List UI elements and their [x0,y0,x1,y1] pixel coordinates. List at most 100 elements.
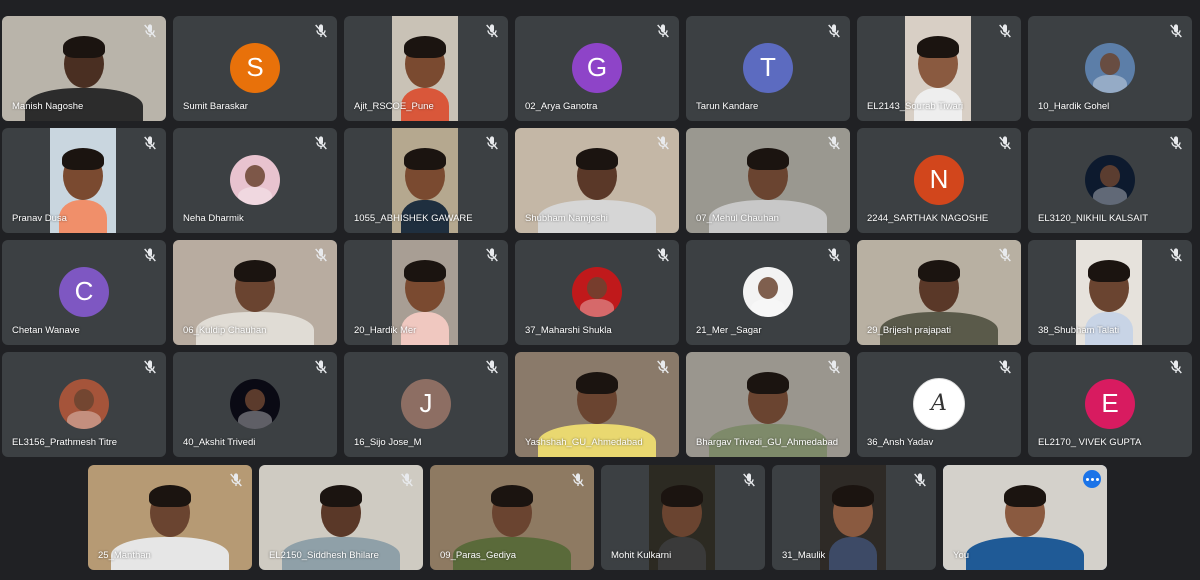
mic-off-icon [142,23,158,39]
participant-name: 02_Arya Ganotra [525,101,598,112]
profile-photo [59,378,109,429]
participant-tile[interactable]: Neha Dharmik [173,128,337,233]
participant-name: EL2143_Sourab Tiwari [867,101,964,112]
mic-off-icon [570,472,586,488]
participant-tile[interactable]: Manish Nagoshe [2,16,166,121]
participant-tile[interactable]: EL2150_Siddhesh Bhilare [259,465,423,570]
mic-off-icon [655,247,671,263]
participant-tile[interactable]: J 16_Sijo Jose_M [344,352,508,457]
participant-name: Sumit Baraskar [183,101,248,112]
participant-tile[interactable]: 40_Akshit Trivedi [173,352,337,457]
participant-tile[interactable]: Bhargav Trivedi_GU_Ahmedabad [686,352,850,457]
mic-off-icon [655,23,671,39]
participant-tile[interactable]: 21_Mer _Sagar [686,240,850,345]
profile-photo [230,154,280,205]
participant-tile[interactable]: You [943,465,1107,570]
participant-tile[interactable]: Ajit_RSCOE_Pune [344,16,508,121]
participant-tile[interactable]: Yashshah_GU_Ahmedabad [515,352,679,457]
avatar: C [59,266,109,317]
participant-tile[interactable]: Mohit Kulkarni [601,465,765,570]
participant-tile[interactable]: S Sumit Baraskar [173,16,337,121]
mic-off-icon [484,247,500,263]
participant-tile[interactable]: C Chetan Wanave [2,240,166,345]
participant-name: 36_Ansh Yadav [867,437,934,448]
participant-tile[interactable]: EL2143_Sourab Tiwari [857,16,1021,121]
participant-name: Manish Nagoshe [12,101,84,112]
mic-off-icon [826,135,842,151]
mic-off-icon [313,135,329,151]
participant-tile[interactable]: 37_Maharshi Shukla [515,240,679,345]
participant-name: 07_Mehul Chauhan [696,213,779,224]
mic-off-icon [142,359,158,375]
participant-tile[interactable]: N 2244_SARTHAK NAGOSHE [857,128,1021,233]
mic-off-icon [655,359,671,375]
participant-name: Chetan Wanave [12,325,80,336]
participant-name: 21_Mer _Sagar [696,325,762,336]
participant-name: 2244_SARTHAK NAGOSHE [867,213,989,224]
avatar: G [572,42,622,93]
participant-name: EL3156_Prathmesh Titre [12,437,118,448]
mic-off-icon [484,359,500,375]
profile-photo [743,266,793,317]
participant-tile[interactable]: Shubham Namjoshi [515,128,679,233]
participant-name: 20_Hardik Mer [354,325,417,336]
participant-name: EL3120_NIKHIL KALSAIT [1038,213,1149,224]
participant-name: 1055_ABHISHEK GAWARE [354,213,473,224]
more-options-icon[interactable] [1083,470,1101,488]
mic-off-icon [228,472,244,488]
mic-off-icon [142,247,158,263]
participant-tile[interactable]: E EL2170_ VIVEK GUPTA [1028,352,1192,457]
participant-name: EL2170_ VIVEK GUPTA [1038,437,1142,448]
profile-photo [1085,42,1135,93]
participant-name: 10_Hardik Gohel [1038,101,1110,112]
participant-tile[interactable]: 38_Shubham Talati [1028,240,1192,345]
participant-grid: Manish Nagoshe S Sumit Baraskar Ajit_RSCOE_… [0,0,1200,580]
avatar: N [914,154,964,205]
mic-off-icon [313,23,329,39]
participant-tile[interactable]: 06_Kuldip Chauhan [173,240,337,345]
mic-off-icon [826,247,842,263]
video-feed [820,465,886,570]
participant-name: 37_Maharshi Shukla [525,325,612,336]
participant-tile[interactable]: 07_Mehul Chauhan [686,128,850,233]
avatar: T [743,42,793,93]
mic-off-icon [1168,23,1184,39]
participant-name: 38_Shubham Talati [1038,325,1120,336]
participant-name: EL2150_Siddhesh Bhilare [269,550,379,561]
participant-tile[interactable]: 29_Brijesh prajapati [857,240,1021,345]
participant-tile[interactable]: T Tarun Kandare [686,16,850,121]
participant-name: 09_Paras_Gediya [440,550,517,561]
participant-name: 16_Sijo Jose_M [354,437,422,448]
participant-name: Pranav Dusa [12,213,67,224]
participant-tile[interactable]: 31_Maulik [772,465,936,570]
mic-off-icon [997,247,1013,263]
mic-off-icon [997,359,1013,375]
participant-tile[interactable]: Pranav Dusa [2,128,166,233]
mic-off-icon [313,359,329,375]
mic-off-icon [1168,247,1184,263]
participant-tile[interactable]: 10_Hardik Gohel [1028,16,1192,121]
participant-name: Mohit Kulkarni [611,550,672,561]
participant-name: 31_Maulik [782,550,826,561]
participant-tile[interactable]: 09_Paras_Gediya [430,465,594,570]
mic-off-icon [313,247,329,263]
mic-off-icon [1168,359,1184,375]
avatar: S [230,42,280,93]
participant-tile[interactable]: EL3120_NIKHIL KALSAIT [1028,128,1192,233]
mic-off-icon [399,472,415,488]
participant-tile[interactable]: 1055_ABHISHEK GAWARE [344,128,508,233]
avatar: E [1085,378,1135,429]
participant-tile[interactable]: EL3156_Prathmesh Titre [2,352,166,457]
mic-off-icon [1168,135,1184,151]
mic-off-icon [912,472,928,488]
participant-tile[interactable]: G 02_Arya Ganotra [515,16,679,121]
participant-name: Neha Dharmik [183,213,244,224]
profile-photo [572,266,622,317]
participant-name: 40_Akshit Trivedi [183,437,256,448]
participant-tile[interactable]: A 36_Ansh Yadav [857,352,1021,457]
participant-tile[interactable]: 20_Hardik Mer [344,240,508,345]
mic-off-icon [741,472,757,488]
participant-tile[interactable]: 25_Manthan [88,465,252,570]
mic-off-icon [826,23,842,39]
mic-off-icon [997,23,1013,39]
